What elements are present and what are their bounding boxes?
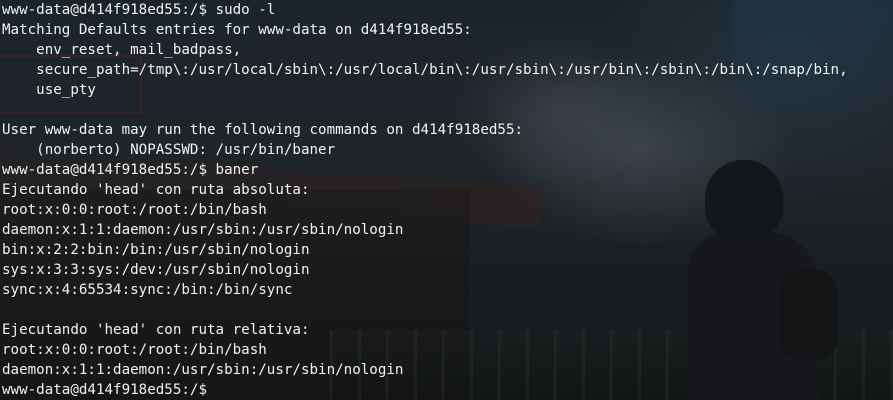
output-line: Matching Defaults entries for www-data o… [2,22,472,38]
output-line: bin:x:2:2:bin:/bin:/usr/sbin/nologin [2,242,310,258]
current-prompt: www-data@d414f918ed55:/$ [2,382,216,398]
output-line: daemon:x:1:1:daemon:/usr/sbin:/usr/sbin/… [2,222,404,238]
prompt-line: www-data@d414f918ed55:/$ baner [2,162,259,178]
text-cursor [216,380,225,397]
output-line: sync:x:4:65534:sync:/bin:/bin/sync [2,282,293,298]
terminal-output[interactable]: www-data@d414f918ed55:/$ sudo -l Matchin… [2,0,893,400]
output-line: env_reset, mail_badpass, [2,42,242,58]
output-line: secure_path=/tmp\:/usr/local/sbin\:/usr/… [2,62,848,78]
prompt-line: www-data@d414f918ed55:/$ sudo -l [2,2,276,18]
output-line: sys:x:3:3:sys:/dev:/usr/sbin/nologin [2,262,310,278]
output-line: root:x:0:0:root:/root:/bin/bash [2,342,267,358]
output-line: daemon:x:1:1:daemon:/usr/sbin:/usr/sbin/… [2,362,404,378]
output-line: use_pty [2,82,96,98]
output-line: Ejecutando 'head' con ruta absoluta: [2,182,310,198]
output-line: User www-data may run the following comm… [2,122,524,138]
output-line: Ejecutando 'head' con ruta relativa: [2,322,310,338]
output-line: (norberto) NOPASSWD: /usr/bin/baner [2,142,336,158]
output-line: root:x:0:0:root:/root:/bin/bash [2,202,267,218]
active-prompt-line[interactable]: www-data@d414f918ed55:/$ [2,380,893,400]
